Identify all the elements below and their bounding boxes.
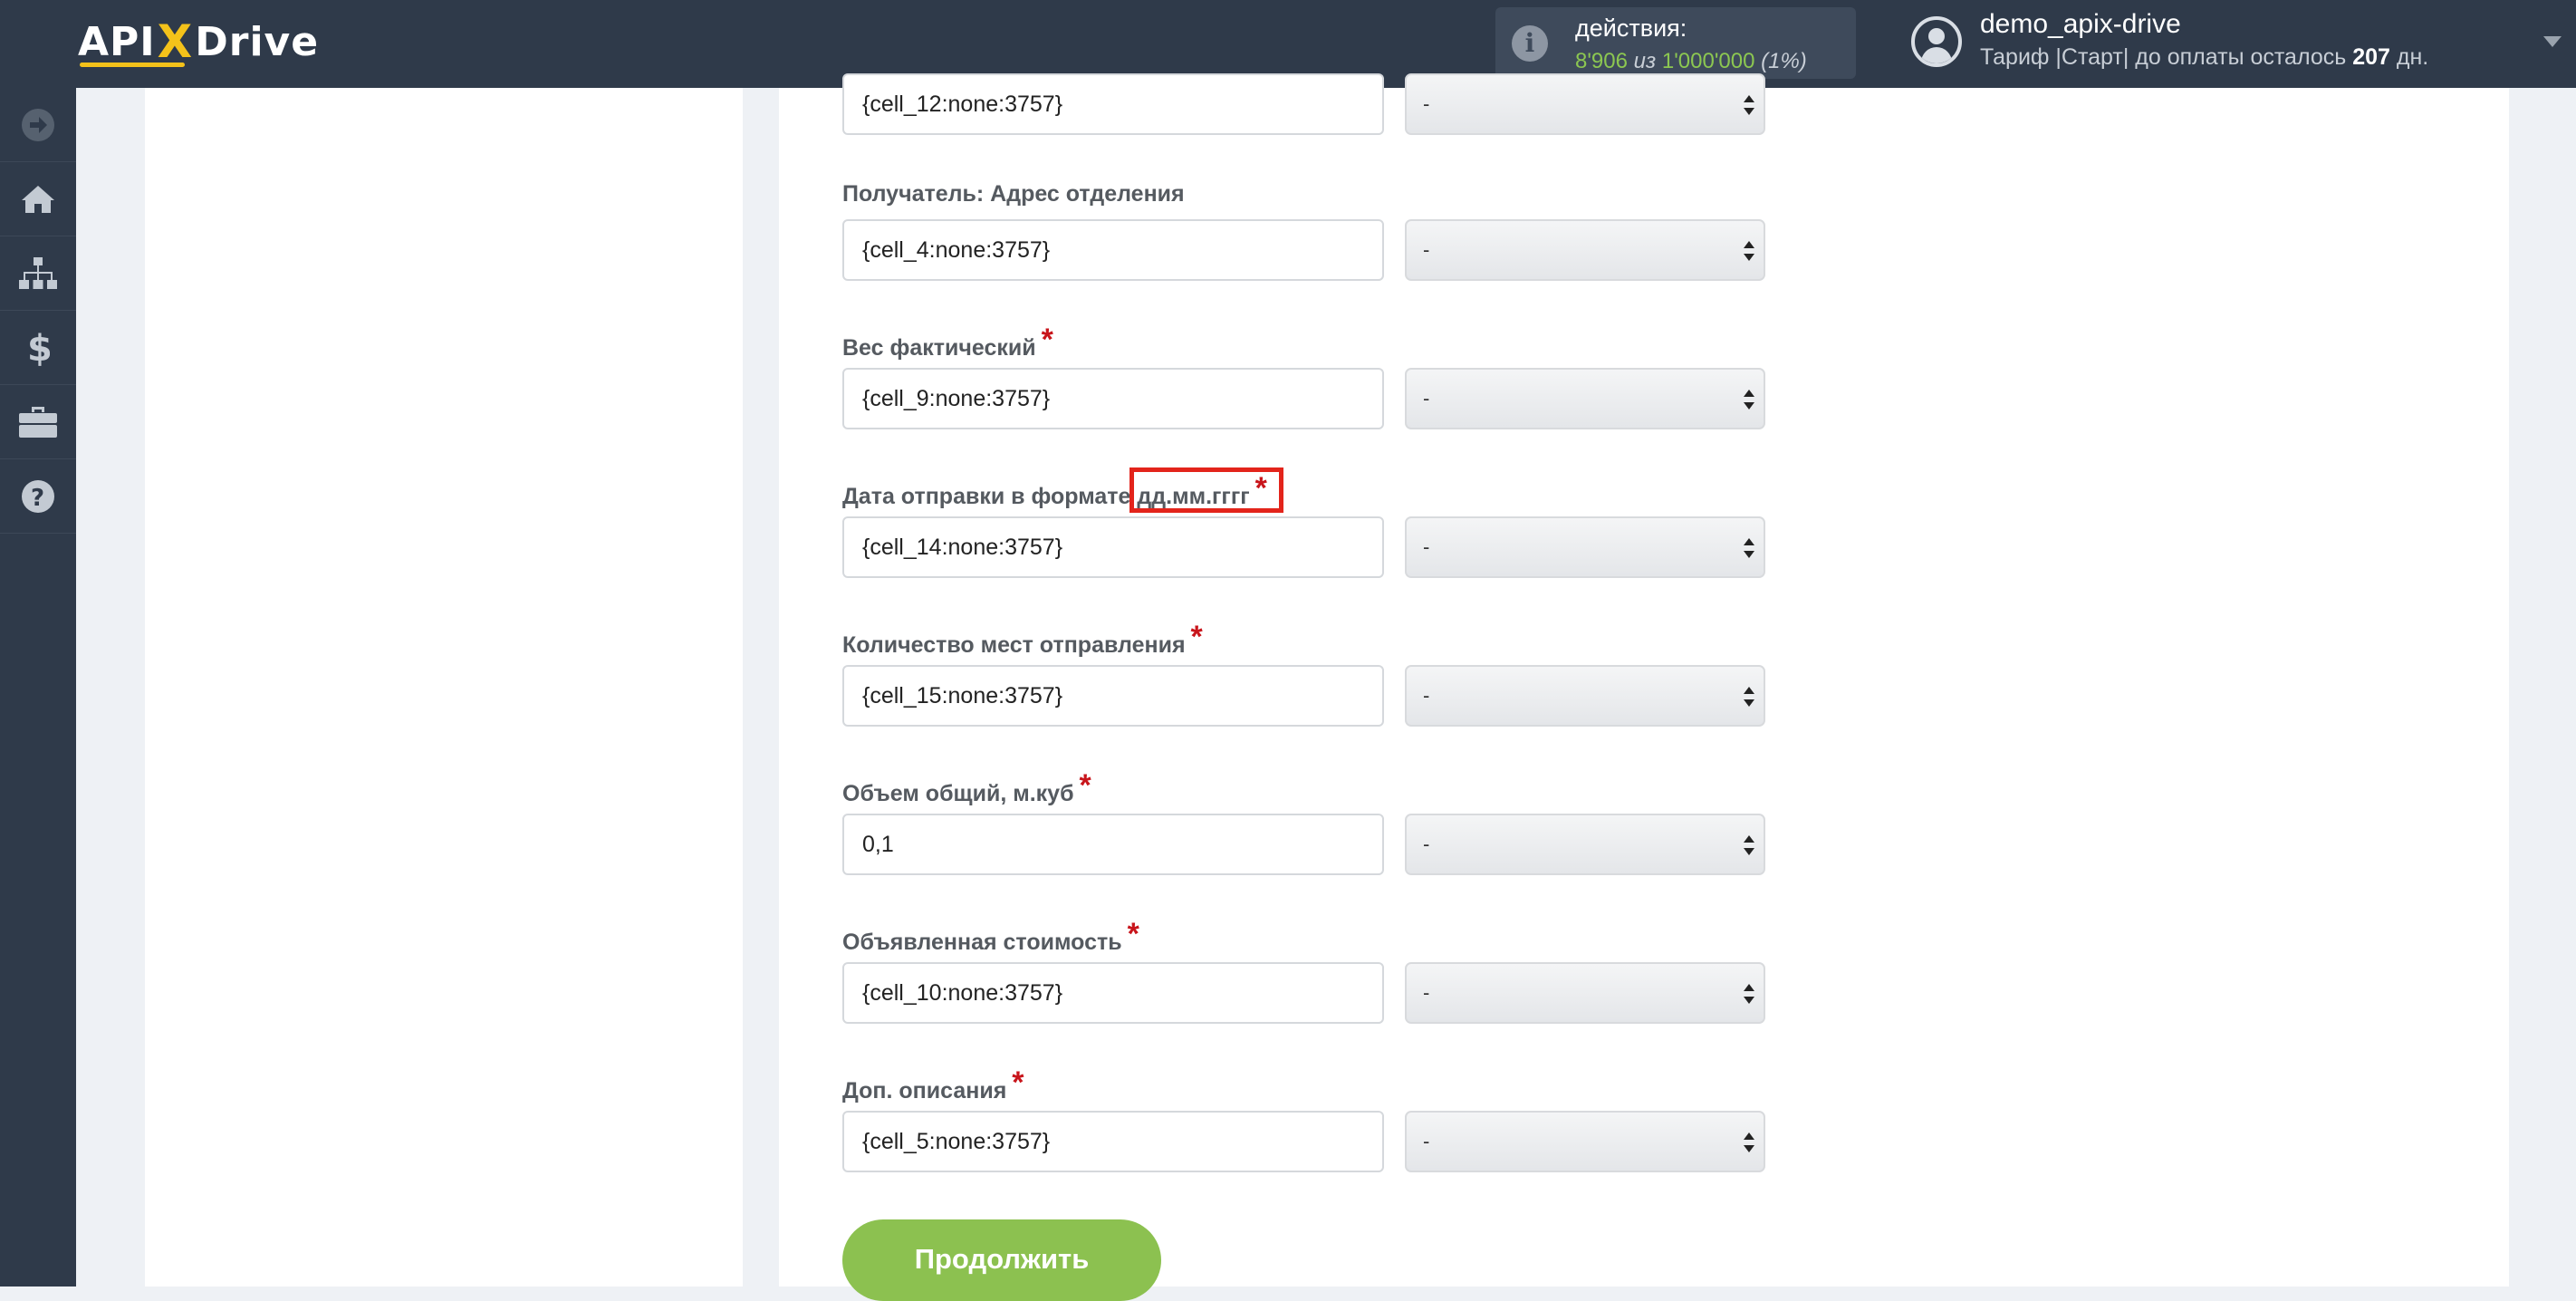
actions-of: из xyxy=(1633,49,1657,73)
sidebar-item-expand[interactable] xyxy=(0,88,76,162)
info-icon: i xyxy=(1512,25,1548,62)
required-asterisk: * xyxy=(1079,768,1091,803)
select-arrows-icon xyxy=(1744,390,1754,411)
field-select[interactable]: - xyxy=(1405,962,1765,1024)
logo-text-x: X xyxy=(157,15,194,68)
required-asterisk: * xyxy=(1127,917,1139,951)
username[interactable]: demo_apix-drive xyxy=(1980,9,2181,40)
field-input[interactable]: {cell_14:none:3757} xyxy=(842,516,1384,578)
tariff-days: 207 xyxy=(2352,44,2390,70)
required-asterisk: * xyxy=(1012,1065,1024,1100)
select-value: - xyxy=(1423,387,1430,410)
select-arrows-icon xyxy=(1744,538,1754,560)
dollar-icon: $ xyxy=(27,329,50,367)
actions-label: действия: xyxy=(1575,14,1687,42)
actions-usage: 8'906 из 1'000'000 (1%) xyxy=(1575,49,1807,74)
tariff-text: Тариф |Старт| до оплаты осталось xyxy=(1980,44,2347,70)
field-select[interactable]: - xyxy=(1405,368,1765,429)
sidebar-item-help[interactable]: ? xyxy=(0,459,76,534)
sidebar-item-connections[interactable] xyxy=(0,236,76,311)
select-arrows-icon xyxy=(1744,95,1754,117)
actions-used: 8'906 xyxy=(1575,49,1628,73)
select-value: - xyxy=(1423,535,1430,558)
required-asterisk: * xyxy=(1190,620,1203,654)
field-input[interactable]: {cell_4:none:3757} xyxy=(842,219,1384,281)
field-input[interactable]: {cell_15:none:3757} xyxy=(842,665,1384,727)
select-value: - xyxy=(1423,92,1430,115)
apixdrive-logo[interactable]: API X Drive xyxy=(78,14,319,69)
field-select[interactable]: - xyxy=(1405,73,1765,135)
user-avatar-icon[interactable] xyxy=(1911,16,1962,67)
field-label: Количество мест отправления * xyxy=(842,620,1203,660)
tariff-days-unit: дн. xyxy=(2396,44,2429,70)
svg-text:?: ? xyxy=(31,485,44,512)
field-select[interactable]: - xyxy=(1405,665,1765,727)
select-arrows-icon xyxy=(1744,687,1754,708)
required-asterisk: * xyxy=(1041,323,1053,357)
select-value: - xyxy=(1423,833,1430,855)
field-label-text: Количество мест отправления xyxy=(842,632,1186,658)
field-input[interactable]: 0,1 xyxy=(842,814,1384,875)
field-select[interactable]: - xyxy=(1405,219,1765,281)
select-value: - xyxy=(1423,684,1430,707)
field-select[interactable]: - xyxy=(1405,814,1765,875)
field-label-text: Объявленная стоимость xyxy=(842,930,1122,955)
select-arrows-icon xyxy=(1744,835,1754,857)
field-label-text: Объем общий, м.куб xyxy=(842,781,1074,806)
user-menu-chevron-down-icon[interactable] xyxy=(2543,36,2562,47)
select-arrows-icon xyxy=(1744,241,1754,263)
logo-text-right: Drive xyxy=(195,18,320,65)
arrow-right-circle-icon xyxy=(22,108,54,141)
field-label-text: Вес фактический xyxy=(842,335,1036,361)
select-arrows-icon xyxy=(1744,1132,1754,1154)
field-label: Объявленная стоимость * xyxy=(842,917,1139,958)
field-label-text: Получатель: Адрес отделения xyxy=(842,181,1185,207)
tariff-info: Тариф |Старт| до оплаты осталось 207 дн. xyxy=(1980,44,2428,71)
sidebar-item-billing[interactable]: $ xyxy=(0,311,76,385)
field-input[interactable]: {cell_9:none:3757} xyxy=(842,368,1384,429)
select-value: - xyxy=(1423,1130,1430,1152)
sidebar-item-services[interactable] xyxy=(0,385,76,459)
select-arrows-icon xyxy=(1744,984,1754,1006)
field-select[interactable]: - xyxy=(1405,1111,1765,1172)
sitemap-icon xyxy=(19,256,57,289)
field-input[interactable]: {cell_10:none:3757} xyxy=(842,962,1384,1024)
field-label: Доп. описания * xyxy=(842,1065,1024,1106)
home-icon xyxy=(22,185,54,213)
field-label: Вес фактический * xyxy=(842,323,1053,363)
left-panel xyxy=(145,88,743,1287)
select-value: - xyxy=(1423,981,1430,1004)
actions-counter: i действия: 8'906 из 1'000'000 (1%) xyxy=(1495,7,1856,79)
sidebar-item-home[interactable] xyxy=(0,162,76,236)
field-label: Объем общий, м.куб * xyxy=(842,768,1091,809)
logo-text-left: API xyxy=(78,18,156,65)
actions-percent: (1%) xyxy=(1761,49,1807,73)
sidebar: $ ? xyxy=(0,88,76,1287)
select-value: - xyxy=(1423,238,1430,261)
help-icon: ? xyxy=(22,479,54,513)
briefcase-icon xyxy=(19,406,57,438)
field-input[interactable]: {cell_12:none:3757} xyxy=(842,73,1384,135)
field-label: Получатель: Адрес отделения xyxy=(842,181,1185,207)
continue-button[interactable]: Продолжить xyxy=(842,1219,1161,1301)
date-format-highlight xyxy=(1129,467,1283,513)
logo-underline xyxy=(80,63,185,67)
field-select[interactable]: - xyxy=(1405,516,1765,578)
field-input[interactable]: {cell_5:none:3757} xyxy=(842,1111,1384,1172)
svg-text:$: $ xyxy=(27,329,50,367)
actions-total: 1'000'000 xyxy=(1661,49,1755,73)
field-label-text: Доп. описания xyxy=(842,1078,1007,1103)
